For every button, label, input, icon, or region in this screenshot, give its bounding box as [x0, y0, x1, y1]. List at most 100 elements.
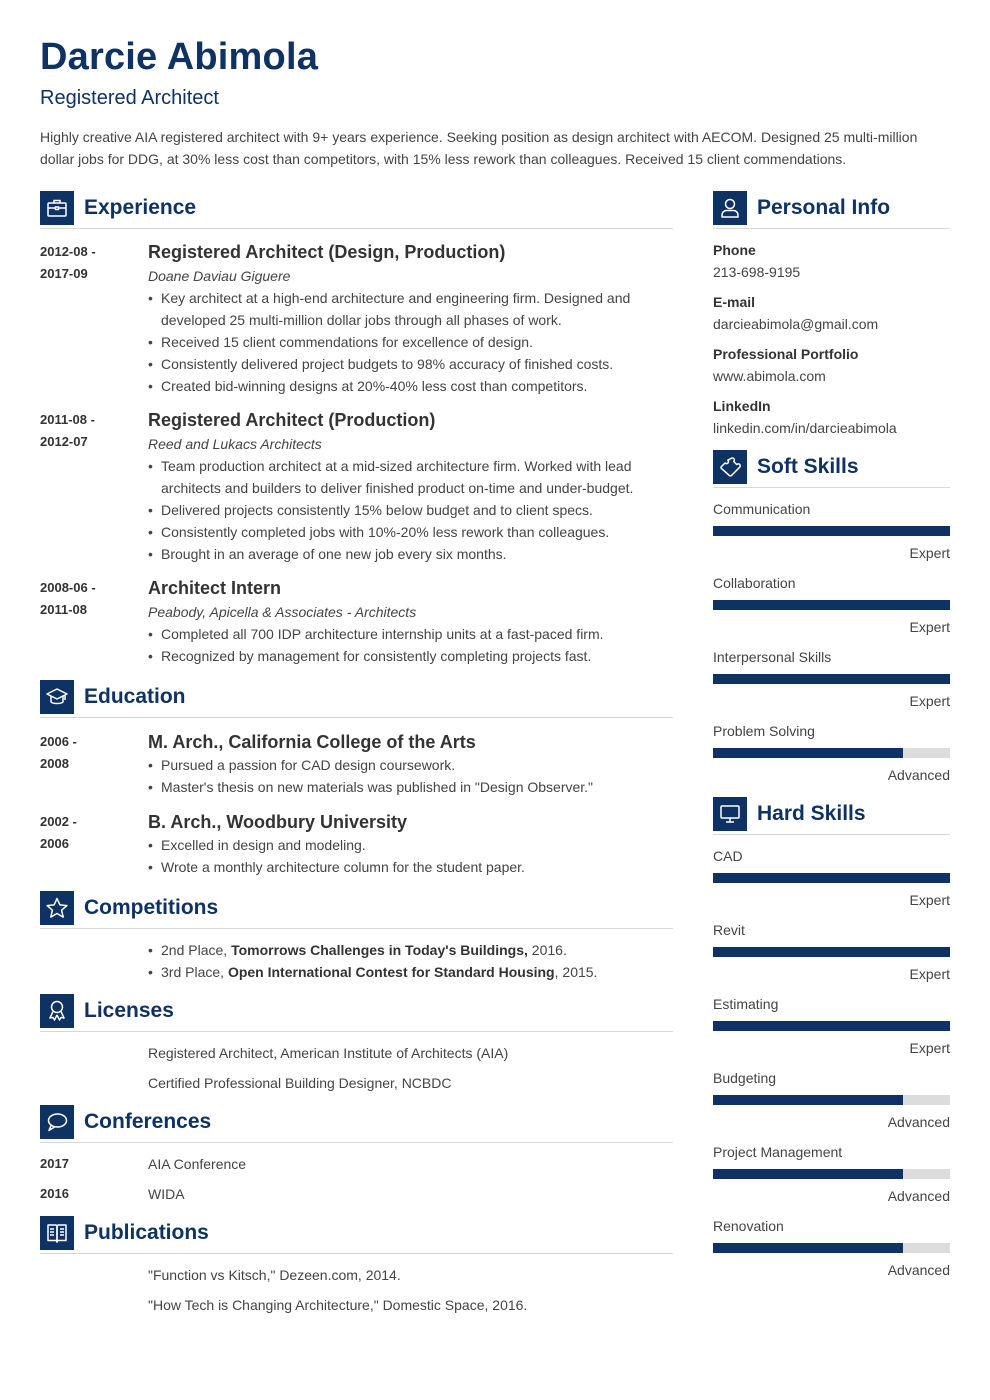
publication-item: "How Tech is Changing Architecture," Dom…: [148, 1297, 528, 1313]
skill-name: Collaboration: [713, 575, 796, 591]
job-title: Registered Architect (Production): [148, 410, 436, 430]
divider: [40, 1142, 673, 1143]
hard-skills-section-header: Hard Skills: [713, 797, 866, 831]
job-bullet: Completed all 700 IDP architecture inter…: [148, 623, 678, 645]
conference-year: 2016: [40, 1186, 69, 1201]
candidate-role: Registered Architect: [40, 87, 219, 109]
competition-place: 2nd Place,: [161, 942, 232, 958]
edu-bullet: Pursued a passion for CAD design coursew…: [148, 754, 678, 776]
star-icon: [40, 891, 74, 925]
skill-level-bar: [713, 1169, 950, 1179]
divider: [713, 228, 950, 229]
skill-level-bar: [713, 526, 950, 536]
competition-name: Tomorrows Challenges in Today's Building…: [231, 942, 528, 958]
publication-item: "Function vs Kitsch," Dezeen.com, 2014.: [148, 1267, 401, 1283]
job-bullet: Key architect at a high-end architecture…: [148, 287, 678, 331]
edu-bullet: Master's thesis on new materials was pub…: [148, 776, 678, 798]
publications-section-header: Publications: [40, 1216, 209, 1250]
monitor-icon: [713, 797, 747, 831]
job-date-from: 2011-08 -: [40, 412, 95, 427]
divider: [40, 928, 673, 929]
soft-skills-section-header: Soft Skills: [713, 450, 859, 484]
education-title: Education: [84, 685, 186, 708]
job-bullet: Consistently completed jobs with 10%-20%…: [148, 521, 678, 543]
job-date-from: 2012-08 -: [40, 244, 96, 259]
divider: [713, 487, 950, 488]
competition-item: 3rd Place, Open International Contest fo…: [148, 961, 678, 983]
portfolio-label: Professional Portfolio: [713, 346, 859, 362]
linkedin-label: LinkedIn: [713, 398, 771, 414]
skill-name: Problem Solving: [713, 723, 815, 739]
degree-title: M. Arch., California College of the Arts: [148, 732, 476, 752]
experience-title: Experience: [84, 196, 197, 219]
graduation-cap-icon: [40, 680, 74, 714]
competitions-section-header: Competitions: [40, 891, 218, 925]
skill-level-bar: [713, 1243, 950, 1253]
conference-name: WIDA: [148, 1186, 185, 1202]
skill-level-label: Advanced: [887, 1262, 950, 1278]
publications-title: Publications: [84, 1221, 209, 1244]
divider: [40, 1253, 673, 1254]
conferences-title: Conferences: [84, 1110, 212, 1133]
skill-name: Renovation: [713, 1218, 784, 1234]
job-bullet: Brought in an average of one new job eve…: [148, 543, 678, 565]
skill-level-fill: [713, 1021, 950, 1031]
puzzle-piece-icon: [713, 450, 747, 484]
education-entry: B. Arch., Woodbury University Excelled i…: [148, 810, 678, 878]
job-entry: Registered Architect (Production) Reed a…: [148, 408, 678, 565]
job-company: Peabody, Apicella & Associates - Archite…: [148, 604, 417, 620]
award-ribbon-icon: [40, 994, 74, 1028]
skill-level-label: Expert: [909, 966, 950, 982]
education-section-header: Education: [40, 680, 186, 714]
phone-label: Phone: [713, 242, 756, 258]
skill-name: Revit: [713, 922, 745, 938]
portfolio-value[interactable]: www.abimola.com: [713, 368, 826, 384]
personal-info-section-header: Personal Info: [713, 191, 890, 225]
email-label: E-mail: [713, 294, 756, 310]
job-bullet: Created bid-winning designs at 20%-40% l…: [148, 375, 678, 397]
skill-level-bar: [713, 947, 950, 957]
competition-name: Open International Contest for Standard …: [227, 964, 555, 980]
job-bullet: Team production architect at a mid-sized…: [148, 455, 678, 499]
skill-level-fill: [713, 873, 950, 883]
licenses-title: Licenses: [84, 999, 174, 1022]
skill-name: Communication: [713, 501, 811, 517]
job-entry: Registered Architect (Design, Production…: [148, 240, 678, 397]
skill-level-label: Expert: [909, 1040, 950, 1056]
edu-bullet: Excelled in design and modeling.: [148, 834, 678, 856]
skill-level-bar: [713, 1095, 950, 1105]
summary: Highly creative AIA registered architect…: [40, 129, 918, 167]
skill-level-fill: [713, 600, 950, 610]
skill-level-label: Advanced: [887, 1114, 950, 1130]
skill-name: Estimating: [713, 996, 779, 1012]
skill-level-label: Expert: [909, 619, 950, 635]
competition-year: 2016.: [527, 942, 567, 958]
linkedin-value[interactable]: linkedin.com/in/darcieabimola: [713, 420, 897, 436]
divider: [40, 1031, 673, 1032]
job-entry: Architect Intern Peabody, Apicella & Ass…: [148, 576, 678, 667]
skill-level-bar: [713, 1021, 950, 1031]
skill-level-bar: [713, 600, 950, 610]
edu-date-from: 2006 -: [40, 734, 77, 749]
divider: [40, 717, 673, 718]
job-bullet: Consistently delivered project budgets t…: [148, 353, 678, 375]
competition-item: 2nd Place, Tomorrows Challenges in Today…: [148, 939, 678, 961]
skill-name: Interpersonal Skills: [713, 649, 832, 665]
job-bullet: Received 15 client commendations for exc…: [148, 331, 678, 353]
job-date-to: 2011-08: [40, 602, 87, 617]
skill-level-fill: [713, 1243, 903, 1253]
competitions-list: 2nd Place, Tomorrows Challenges in Today…: [148, 939, 678, 983]
job-bullet: Recognized by management for consistentl…: [148, 645, 678, 667]
skill-name: CAD: [713, 848, 743, 864]
skill-name: Project Management: [713, 1144, 843, 1160]
job-date-to: 2017-09: [40, 266, 88, 281]
skill-level-fill: [713, 1095, 903, 1105]
degree-title: B. Arch., Woodbury University: [148, 812, 408, 832]
user-icon: [713, 191, 747, 225]
personal-info-title: Personal Info: [757, 196, 891, 219]
email-value[interactable]: darcieabimola@gmail.com: [713, 316, 878, 332]
education-entry: M. Arch., California College of the Arts…: [148, 730, 678, 798]
skill-level-fill: [713, 674, 950, 684]
license-item: Certified Professional Building Designer…: [148, 1075, 452, 1091]
skill-name: Budgeting: [713, 1070, 777, 1086]
